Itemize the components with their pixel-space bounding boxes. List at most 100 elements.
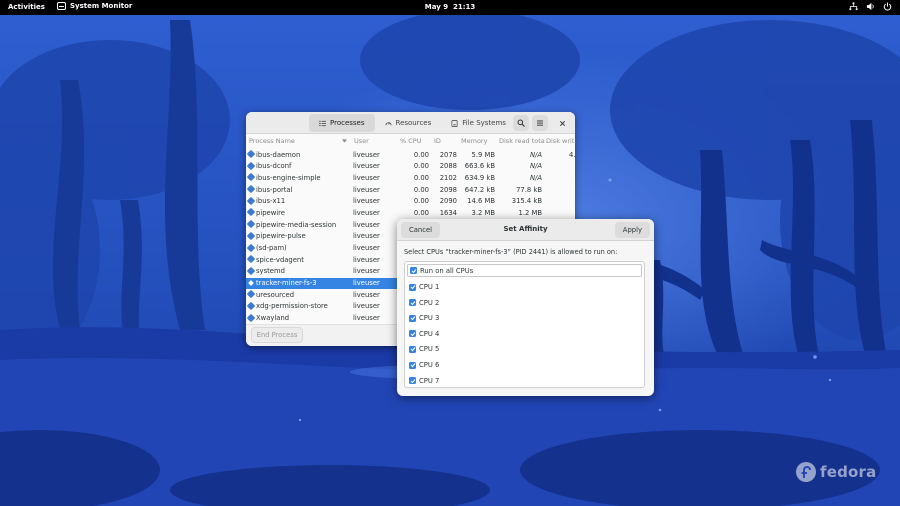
end-process-button[interactable]: End Process bbox=[251, 327, 303, 343]
checkbox-label: CPU 6 bbox=[419, 361, 440, 369]
process-cpu: 0.00 bbox=[413, 197, 429, 206]
close-button[interactable] bbox=[554, 115, 570, 131]
close-icon bbox=[559, 120, 565, 126]
checkbox-checked-icon[interactable] bbox=[410, 267, 417, 274]
app-menu[interactable]: System Monitor bbox=[57, 2, 132, 10]
tab-resources-label: Resources bbox=[395, 119, 432, 127]
tab-file-systems-label: File Systems bbox=[462, 119, 506, 127]
checkbox-label: CPU 5 bbox=[419, 345, 440, 354]
activities-button[interactable]: Activities bbox=[8, 3, 45, 11]
checkbox-checked-icon[interactable] bbox=[409, 314, 416, 322]
tab-processes[interactable]: Processes bbox=[309, 114, 375, 132]
process-icon bbox=[248, 279, 254, 286]
process-user: liveuser bbox=[353, 208, 380, 217]
column-id[interactable]: ID bbox=[434, 137, 441, 145]
checkbox-label: CPU 1 bbox=[419, 283, 440, 291]
cpu-checkbox-1[interactable]: CPU 1 bbox=[409, 281, 439, 293]
process-row[interactable]: ibus-engine-simple liveuser 0.00 2102 634.9 … bbox=[246, 172, 575, 184]
process-row[interactable]: pipewire liveuser 0.00 1634 3.2 MB 1.2 MB bbox=[246, 207, 575, 219]
process-user: liveuser bbox=[353, 173, 380, 182]
cpu-checkbox-2[interactable]: CPU 2 bbox=[409, 297, 439, 309]
process-icon bbox=[246, 301, 256, 311]
disk-icon bbox=[451, 119, 458, 127]
clock[interactable]: May 9 21:13 bbox=[425, 3, 476, 11]
tab-processes-label: Processes bbox=[330, 119, 365, 127]
process-memory: 634.9 kB bbox=[464, 173, 495, 182]
process-id: 2090 bbox=[439, 197, 457, 206]
checkbox-label: Run on all CPUs bbox=[420, 266, 474, 275]
column-user[interactable]: User bbox=[354, 137, 369, 145]
process-icon bbox=[246, 208, 256, 217]
checkbox-checked-icon[interactable] bbox=[409, 283, 416, 291]
column-disk-write[interactable]: Disk writ bbox=[546, 137, 574, 145]
process-disk-read: 1.2 MB bbox=[518, 208, 543, 217]
process-name: ibus-dconf bbox=[256, 162, 292, 171]
process-name: pipewire-pulse bbox=[256, 232, 306, 241]
search-button[interactable] bbox=[513, 115, 529, 131]
checkbox-label: CPU 7 bbox=[419, 376, 440, 385]
checkbox-checked-icon[interactable] bbox=[409, 330, 416, 338]
cpu-checkbox-5[interactable]: CPU 5 bbox=[409, 343, 439, 355]
clock-container: May 9 21:13 bbox=[0, 3, 900, 11]
process-memory: 14.6 MB bbox=[467, 197, 495, 206]
process-icon bbox=[246, 196, 256, 205]
volume-icon bbox=[866, 2, 874, 11]
system-tray[interactable] bbox=[849, 2, 892, 11]
process-icon bbox=[246, 266, 256, 276]
process-row[interactable]: ibus-daemon liveuser 0.00 2078 5.9 MB N/A 4. bbox=[246, 149, 575, 161]
fedora-logo-text: fedora bbox=[820, 463, 877, 481]
main-menu-button[interactable] bbox=[532, 115, 548, 131]
process-name: ibus-daemon bbox=[256, 150, 301, 159]
process-name: Xwayland bbox=[256, 314, 290, 323]
tab-file-systems[interactable]: File Systems bbox=[441, 114, 516, 132]
column-memory[interactable]: Memory bbox=[461, 137, 487, 145]
process-cpu: 0.00 bbox=[413, 208, 429, 217]
process-id: 1634 bbox=[439, 208, 457, 217]
checkbox-checked-icon[interactable] bbox=[409, 377, 416, 385]
process-row[interactable]: ibus-x11 liveuser 0.00 2090 14.6 MB 315.4 kB bbox=[246, 196, 575, 208]
apply-button[interactable]: Apply bbox=[614, 222, 650, 238]
sort-descending-icon bbox=[342, 139, 347, 143]
app-menu-label: System Monitor bbox=[70, 2, 133, 10]
process-id: 2078 bbox=[439, 150, 457, 159]
process-name: ibus-engine-simple bbox=[256, 173, 321, 182]
process-user: liveuser bbox=[353, 162, 380, 171]
cpu-checkbox-4[interactable]: CPU 4 bbox=[409, 328, 439, 340]
process-user: liveuser bbox=[353, 197, 380, 206]
process-disk-read: 315.4 kB bbox=[511, 197, 542, 206]
column-disk-read[interactable]: Disk read tota bbox=[499, 137, 545, 145]
cpu-checkbox-3[interactable]: CPU 3 bbox=[409, 312, 439, 324]
checkbox-checked-icon[interactable] bbox=[409, 345, 416, 353]
process-icon bbox=[246, 173, 256, 182]
search-icon bbox=[517, 119, 525, 127]
column-cpu[interactable]: % CPU bbox=[400, 137, 421, 145]
column-process-name[interactable]: Process Name bbox=[249, 137, 295, 145]
process-memory: 647.2 kB bbox=[464, 185, 495, 194]
process-icon bbox=[246, 149, 256, 159]
process-memory: 5.9 MB bbox=[471, 150, 496, 159]
process-icon bbox=[246, 254, 256, 264]
process-id: 2098 bbox=[439, 185, 457, 194]
process-disk-read: N/A bbox=[529, 173, 542, 182]
process-user: liveuser bbox=[353, 185, 380, 194]
process-icon bbox=[246, 290, 256, 299]
process-disk-read: 77.8 kB bbox=[516, 185, 542, 194]
process-name: pipewire-media-session bbox=[256, 220, 337, 229]
process-name: spice-vdagent bbox=[256, 255, 304, 264]
checkbox-checked-icon[interactable] bbox=[409, 299, 416, 307]
process-disk-read: N/A bbox=[529, 162, 542, 171]
run-on-all-cpus-checkbox[interactable]: Run on all CPUs bbox=[407, 264, 642, 277]
process-icon bbox=[246, 161, 256, 170]
checkbox-checked-icon[interactable] bbox=[409, 361, 416, 369]
process-row[interactable]: ibus-portal liveuser 0.00 2098 647.2 kB 77.8 … bbox=[246, 184, 575, 196]
process-row[interactable]: ibus-dconf liveuser 0.00 2088 663.6 kB N/A bbox=[246, 161, 575, 173]
cancel-button[interactable]: Cancel bbox=[401, 222, 441, 238]
tab-resources[interactable]: Resources bbox=[375, 114, 442, 132]
headerbar: Processes Resources File Systems bbox=[246, 112, 575, 134]
process-user: liveuser bbox=[353, 267, 380, 276]
process-icon bbox=[246, 184, 256, 194]
process-cpu: 0.00 bbox=[413, 173, 429, 182]
cpu-checkbox-list: Run on all CPUs CPU 1 CPU 2 CPU 3 CPU 4 CPU 5… bbox=[404, 261, 645, 388]
cpu-checkbox-7[interactable]: CPU 7 bbox=[409, 375, 439, 387]
cpu-checkbox-6[interactable]: CPU 6 bbox=[409, 359, 439, 371]
